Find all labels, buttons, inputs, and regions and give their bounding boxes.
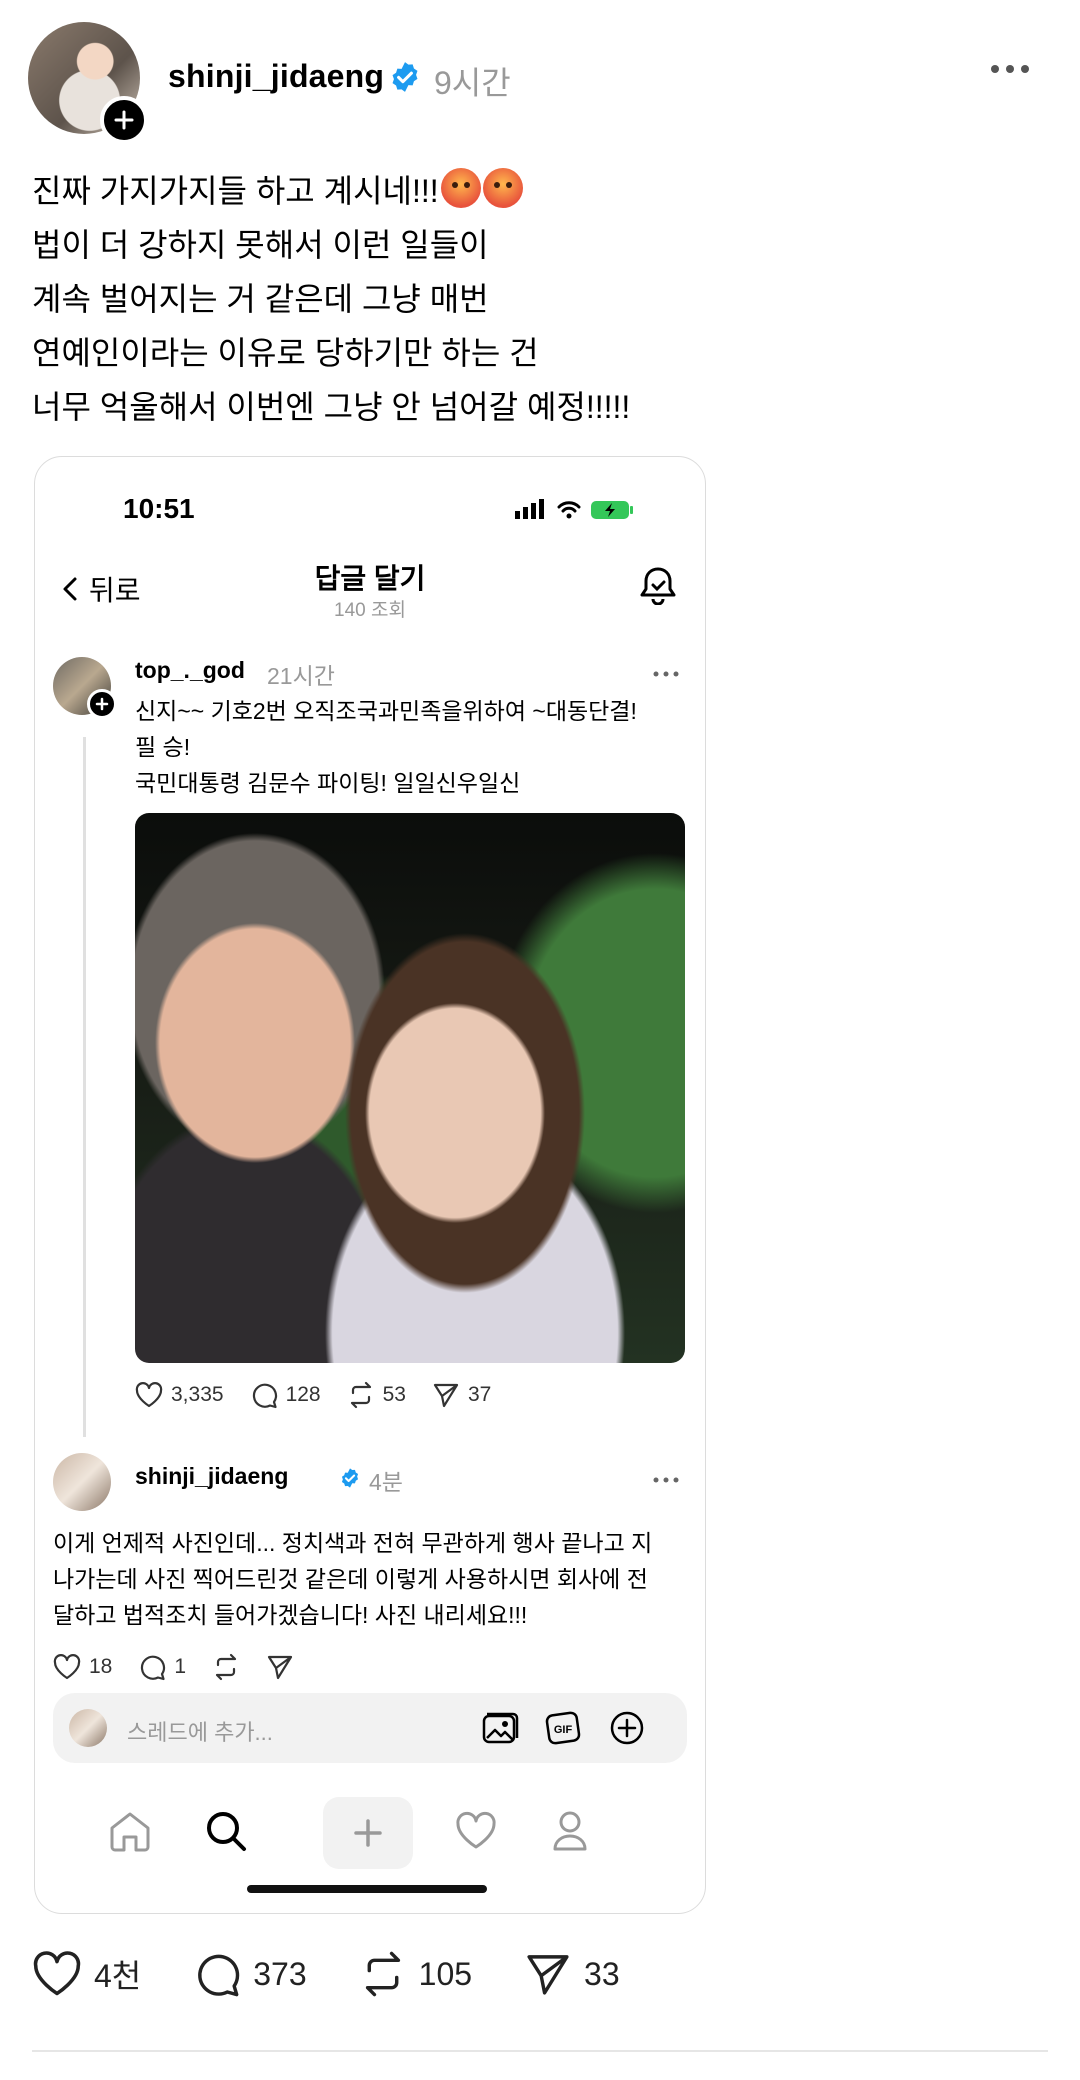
- gif-icon[interactable]: GIF: [545, 1710, 583, 1746]
- repost-icon: [365, 1951, 400, 1997]
- screen-title: 답글 달기: [314, 563, 426, 594]
- reply-body: 이게 언제적 사진인데... 정치색과 전혀 무관하게 행사 끝나고 지 나가는…: [53, 1525, 693, 1633]
- send-icon: [433, 1383, 459, 1408]
- comment-icon: [141, 1655, 166, 1681]
- heart-icon: [53, 1654, 81, 1680]
- comment-count: 1: [174, 1655, 187, 1678]
- follow-plus-icon[interactable]: [87, 689, 117, 719]
- more-icon[interactable]: [990, 64, 1030, 74]
- comment-line: 필 승!: [135, 734, 191, 760]
- view-count: 140 조회: [334, 600, 406, 621]
- comment-count: 128: [285, 1383, 321, 1406]
- attached-screenshot[interactable]: 10:51 뒤로 답글 달기 140 조회 top_._god 21시간 신지~…: [34, 456, 706, 1914]
- comment-photo[interactable]: [135, 813, 685, 1363]
- like-count: 3,335: [171, 1383, 224, 1406]
- tab-bar: [35, 1787, 705, 1877]
- heart-icon[interactable]: [453, 1809, 499, 1853]
- verified-icon: [339, 1467, 361, 1489]
- share-count: 37: [467, 1383, 492, 1406]
- plus-circle-icon[interactable]: [609, 1710, 645, 1746]
- comment-body: 신지~~ 기호2번 오직조국과민족을위하여 ~대동단결! 필 승! 국민대통령 …: [135, 693, 675, 801]
- follow-plus-icon[interactable]: [100, 96, 148, 144]
- reply-time: 4분: [369, 1469, 403, 1495]
- gif-label: GIF: [554, 1724, 573, 1736]
- cursing-face-icon: [482, 168, 523, 208]
- compose-input[interactable]: 스레드에 추가...: [127, 1715, 273, 1747]
- more-icon[interactable]: [653, 671, 679, 677]
- reply-avatar[interactable]: [53, 1453, 111, 1511]
- share-count: 33: [584, 1955, 620, 1992]
- reply-line: 달하고 법적조치 들어가겠습니다! 사진 내리세요!!!: [53, 1602, 528, 1628]
- home-indicator: [247, 1885, 487, 1893]
- more-icon[interactable]: [653, 1477, 679, 1483]
- image-icon[interactable]: [481, 1710, 519, 1746]
- new-thread-button[interactable]: [323, 1797, 413, 1869]
- share-button[interactable]: 37: [432, 1381, 491, 1409]
- status-bar-icons: [515, 497, 645, 521]
- profile-icon[interactable]: [547, 1809, 593, 1853]
- comment-count: 373: [253, 1955, 307, 1992]
- compose-avatar: [69, 1709, 107, 1747]
- send-icon: [527, 1955, 569, 1995]
- comment-time: 21시간: [267, 663, 335, 689]
- verified-icon: [388, 60, 422, 94]
- heart-icon: [33, 1951, 81, 1996]
- post-line: 법이 더 강하지 못해서 이런 일들이: [32, 227, 489, 263]
- repost-button[interactable]: 53: [347, 1381, 406, 1409]
- plus-icon: [354, 1819, 382, 1847]
- thread-line: [83, 737, 86, 1437]
- post-line: 계속 벌어지는 거 같은데 그냥 매번: [32, 281, 489, 317]
- commenter-username[interactable]: top_._god: [135, 657, 245, 684]
- reply-actions: 18 1: [53, 1653, 294, 1681]
- post-body: 진짜 가지가지들 하고 계시네!!! 법이 더 강하지 못해서 이런 일들이 계…: [32, 164, 630, 434]
- divider: [32, 2050, 1048, 2052]
- comment-icon: [252, 1383, 277, 1409]
- repost-count: 105: [418, 1955, 473, 1992]
- send-icon: [267, 1655, 293, 1680]
- heart-icon: [135, 1382, 163, 1408]
- angry-face-icon: [440, 168, 481, 208]
- post-line: 진짜 가지가지들 하고 계시네!!!: [32, 173, 439, 209]
- repost-button[interactable]: 105: [359, 1950, 472, 1998]
- repost-icon: [215, 1653, 237, 1681]
- author-username[interactable]: shinji_jidaeng: [168, 58, 384, 95]
- like-button[interactable]: 18: [53, 1654, 112, 1680]
- reply-line: 이게 언제적 사진인데... 정치색과 전혀 무관하게 행사 끝나고 지: [53, 1530, 653, 1556]
- comment-icon: [198, 1954, 240, 1997]
- comment-actions: 3,335 128 53 37: [135, 1381, 491, 1409]
- comment-button[interactable]: 128: [250, 1381, 321, 1409]
- repost-count: 53: [382, 1383, 406, 1406]
- status-time: 10:51: [123, 493, 195, 524]
- share-button[interactable]: [266, 1653, 294, 1681]
- reply-username[interactable]: shinji_jidaeng: [135, 1463, 288, 1490]
- home-icon[interactable]: [107, 1809, 153, 1853]
- comment-line: 신지~~ 기호2번 오직조국과민족을위하여 ~대동단결!: [135, 698, 637, 724]
- like-button[interactable]: 3,335: [135, 1382, 224, 1408]
- share-button[interactable]: 33: [524, 1950, 620, 1998]
- repost-icon: [350, 1381, 371, 1409]
- repost-button[interactable]: [212, 1653, 240, 1681]
- post-time: 9시간: [434, 65, 511, 101]
- like-button[interactable]: 4천: [32, 1951, 141, 1997]
- like-count: 4천: [94, 1958, 142, 1994]
- compose-bar[interactable]: 스레드에 추가... GIF: [53, 1693, 687, 1763]
- like-count: 18: [89, 1655, 113, 1678]
- post-line: 너무 억울해서 이번엔 그냥 안 넘어갈 예정!!!!!: [32, 389, 631, 425]
- comment-line: 국민대통령 김문수 파이팅! 일일신우일신: [135, 770, 521, 796]
- post-line: 연예인이라는 이유로 당하기만 하는 건: [32, 335, 539, 371]
- reply-line: 나가는데 사진 찍어드린것 같은데 이렇게 사용하시면 회사에 전: [53, 1566, 648, 1592]
- search-icon[interactable]: [203, 1809, 249, 1853]
- comment-button[interactable]: 1: [138, 1653, 186, 1681]
- bell-icon[interactable]: [639, 565, 677, 605]
- comment-button[interactable]: 373: [193, 1950, 307, 1998]
- post-actions: 4천 373 105 33: [32, 1950, 672, 1998]
